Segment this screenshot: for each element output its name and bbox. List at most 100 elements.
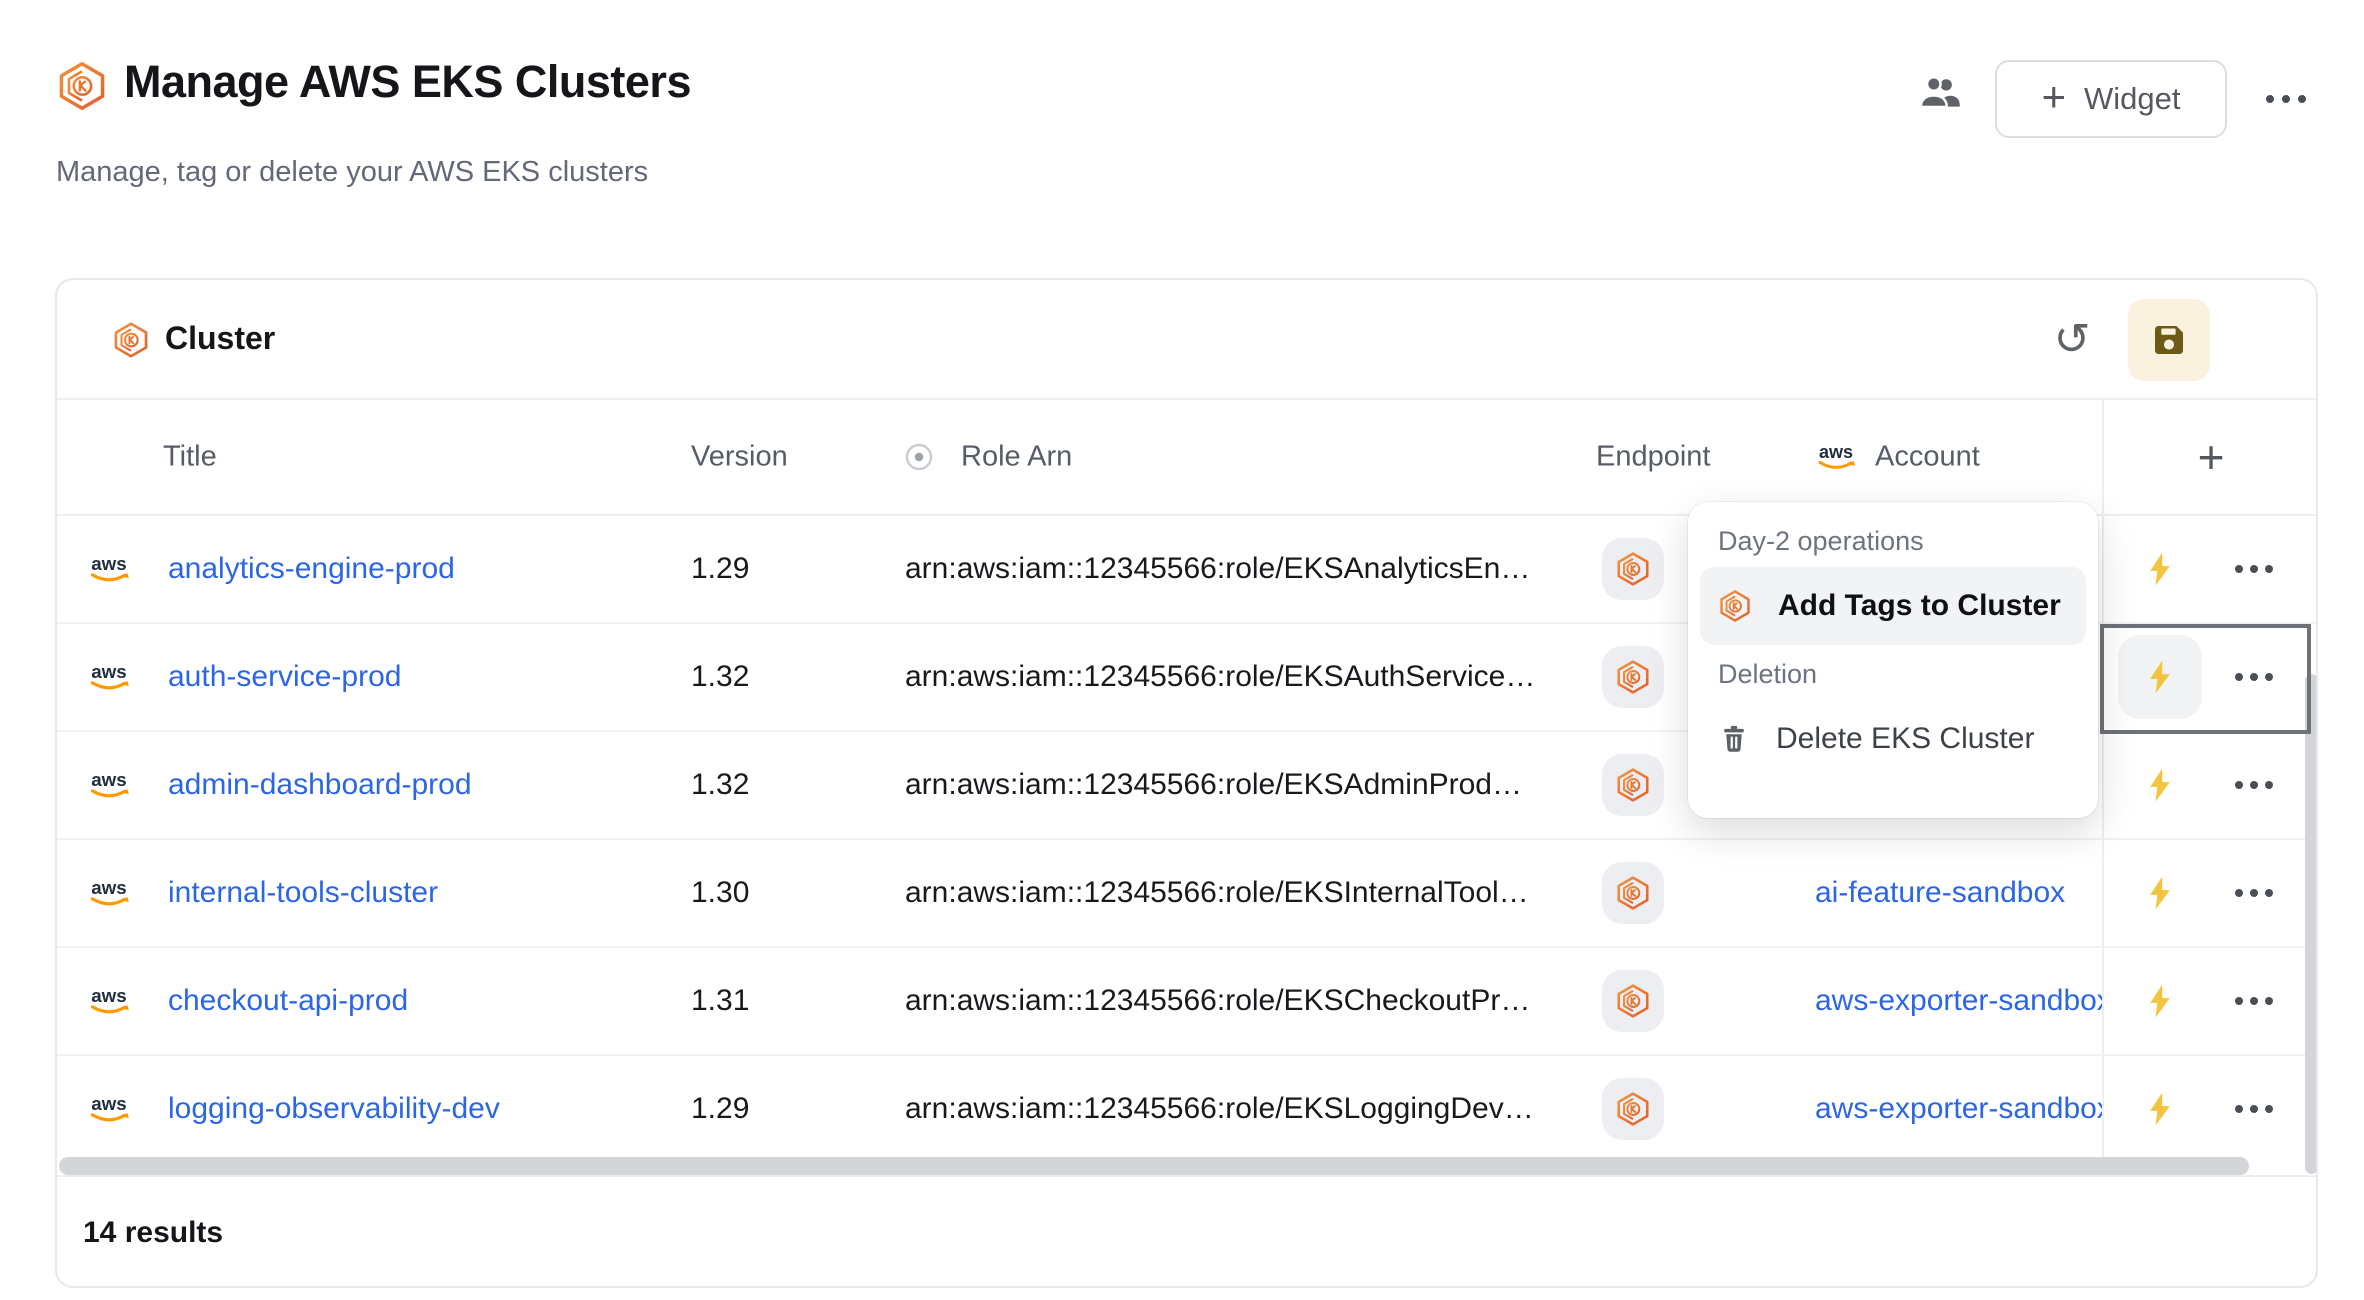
aws-logo-icon: aws (85, 984, 133, 1018)
cluster-title-link[interactable]: logging-observability-dev (168, 1092, 500, 1126)
row-menu-button[interactable] (2234, 780, 2274, 790)
cluster-role-arn: arn:aws:iam::12345566:role/EKSInternalTo… (905, 876, 1529, 910)
horizontal-scrollbar[interactable] (59, 1157, 2249, 1175)
cluster-role-arn: arn:aws:iam::12345566:role/EKSAnalyticsE… (905, 552, 1530, 586)
trash-icon (1718, 723, 1750, 755)
endpoint-tag[interactable] (1602, 646, 1664, 708)
card-footer: 14 results (57, 1175, 2316, 1288)
table-row: aws internal-tools-cluster 1.30 arn:aws:… (57, 840, 2316, 948)
row-menu-button[interactable] (2234, 672, 2274, 682)
eks-icon (1615, 1091, 1651, 1127)
column-header-version[interactable]: Version (691, 441, 788, 474)
row-actions-cell (2102, 1056, 2316, 1157)
endpoint-tag[interactable] (1602, 970, 1664, 1032)
menu-section-day2: Day-2 operations (1718, 526, 2068, 557)
cluster-version: 1.31 (691, 984, 749, 1018)
svg-text:aws: aws (1819, 442, 1853, 462)
cluster-title-link[interactable]: analytics-engine-prod (168, 552, 455, 586)
row-menu-button[interactable] (2234, 888, 2274, 898)
run-action-button[interactable] (2118, 851, 2202, 935)
radio-property-icon (905, 443, 933, 471)
cluster-version: 1.29 (691, 1092, 749, 1126)
endpoint-tag[interactable] (1602, 862, 1664, 924)
cluster-version: 1.32 (691, 660, 749, 694)
save-button[interactable] (2128, 299, 2210, 381)
svg-text:aws: aws (91, 1093, 126, 1114)
lightning-icon (2141, 658, 2179, 696)
add-column-button[interactable]: + (2102, 400, 2318, 514)
lightning-icon (2141, 874, 2179, 912)
results-count: 14 results (83, 1216, 223, 1250)
svg-text:aws: aws (91, 769, 126, 790)
manage-eks-clusters-page: Manage AWS EKS Clusters Manage, tag or d… (0, 0, 2364, 1300)
column-header-role-arn[interactable]: Role Arn (961, 441, 1072, 474)
table-row: aws checkout-api-prod 1.31 arn:aws:iam::… (57, 948, 2316, 1056)
eks-icon (1615, 875, 1651, 911)
cluster-role-arn: arn:aws:iam::12345566:role/EKSLoggingDev… (905, 1092, 1534, 1126)
page-subtitle: Manage, tag or delete your AWS EKS clust… (56, 156, 648, 189)
row-actions-cell (2102, 516, 2316, 622)
row-menu-button[interactable] (2234, 1104, 2274, 1114)
account-link[interactable]: aws-exporter-sandbox (1815, 1092, 2103, 1126)
floppy-disk-icon (2148, 319, 2190, 361)
row-actions-cell (2102, 732, 2316, 838)
row-menu-button[interactable] (2234, 564, 2274, 574)
lightning-icon (2141, 982, 2179, 1020)
cluster-version: 1.32 (691, 768, 749, 802)
page-title: Manage AWS EKS Clusters (124, 56, 691, 108)
run-action-button[interactable] (2118, 959, 2202, 1043)
svg-text:aws: aws (91, 877, 126, 898)
permissions-users-button[interactable] (1914, 66, 1966, 118)
vertical-scrollbar[interactable] (2305, 674, 2318, 1174)
cluster-title-link[interactable]: checkout-api-prod (168, 984, 408, 1018)
lightning-icon (2141, 1090, 2179, 1128)
undo-icon[interactable]: ↺ (2042, 310, 2102, 370)
eks-icon (1615, 551, 1651, 587)
cluster-title-link[interactable]: auth-service-prod (168, 660, 401, 694)
aws-logo-icon: aws (85, 552, 133, 586)
row-actions-cell (2102, 624, 2316, 730)
aws-logo-icon: aws (1813, 441, 1859, 473)
page-menu-button[interactable] (2258, 66, 2314, 132)
menu-item-delete-cluster[interactable]: Delete EKS Cluster (1700, 700, 2086, 778)
eks-icon (1718, 589, 1752, 623)
cluster-version: 1.30 (691, 876, 749, 910)
column-header-endpoint[interactable]: Endpoint (1596, 441, 1711, 474)
plus-icon: + (2041, 76, 2066, 118)
run-action-button[interactable] (2118, 743, 2202, 827)
table-row: aws logging-observability-dev 1.29 arn:a… (57, 1056, 2316, 1157)
actions-column-divider (2102, 400, 2104, 1157)
row-menu-button[interactable] (2234, 996, 2274, 1006)
cluster-role-arn: arn:aws:iam::12345566:role/EKSAdminProd… (905, 768, 1522, 802)
cluster-title-link[interactable]: internal-tools-cluster (168, 876, 438, 910)
menu-section-deletion: Deletion (1718, 659, 2068, 690)
aws-logo-icon: aws (85, 660, 133, 694)
lightning-icon (2141, 550, 2179, 588)
cluster-version: 1.29 (691, 552, 749, 586)
account-link[interactable]: ai-feature-sandbox (1815, 876, 2103, 910)
add-widget-button[interactable]: + Widget (1995, 60, 2227, 138)
endpoint-tag[interactable] (1602, 754, 1664, 816)
column-header-title[interactable]: Title (163, 441, 217, 474)
eks-icon (1615, 767, 1651, 803)
row-context-menu: Day-2 operations Add Tags to Cluster Del… (1688, 502, 2098, 818)
menu-item-add-tags[interactable]: Add Tags to Cluster (1700, 567, 2086, 645)
column-header-account[interactable]: Account (1875, 441, 1980, 474)
run-action-button[interactable] (2118, 1067, 2202, 1151)
aws-logo-icon: aws (85, 1092, 133, 1126)
cluster-title-link[interactable]: admin-dashboard-prod (168, 768, 472, 802)
run-action-button[interactable] (2118, 635, 2202, 719)
account-link[interactable]: aws-exporter-sandbox (1815, 984, 2103, 1018)
endpoint-tag[interactable] (1602, 538, 1664, 600)
cluster-role-arn: arn:aws:iam::12345566:role/EKSCheckoutPr… (905, 984, 1530, 1018)
lightning-icon (2141, 766, 2179, 804)
aws-logo-icon: aws (85, 768, 133, 802)
svg-text:aws: aws (91, 553, 126, 574)
card-header: Cluster ↺ (57, 280, 2316, 400)
eks-icon (56, 60, 108, 112)
endpoint-tag[interactable] (1602, 1078, 1664, 1140)
card-title: Cluster (165, 320, 275, 357)
table-header-row: Title Version Role Arn Endpoint aws Acco… (57, 400, 2316, 516)
run-action-button[interactable] (2118, 527, 2202, 611)
eks-icon (1615, 983, 1651, 1019)
